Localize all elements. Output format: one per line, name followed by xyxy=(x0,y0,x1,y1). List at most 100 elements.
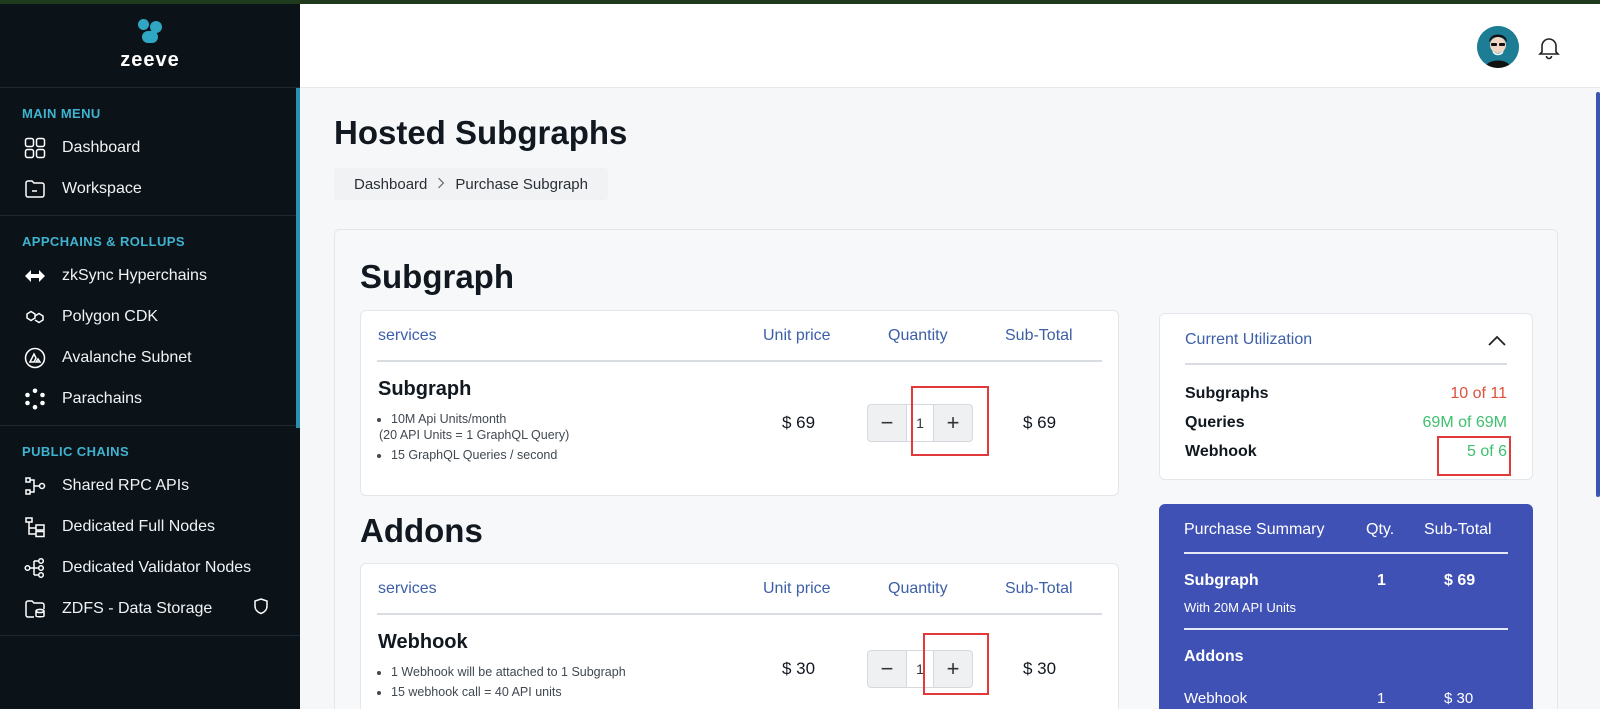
sidebar-section-public-chains: PUBLIC CHAINS Shared RPC APIs Dedicated … xyxy=(0,426,300,636)
brand-name: zeeve xyxy=(120,49,180,71)
sidebar-item-label: Shared RPC APIs xyxy=(62,476,190,494)
parachain-icon xyxy=(22,388,48,410)
breadcrumb-dashboard[interactable]: Dashboard xyxy=(354,176,427,193)
page-title: Hosted Subgraphs xyxy=(334,114,628,151)
feature-item: 10M Api Units/month (20 API Units = 1 Gra… xyxy=(379,411,569,443)
summary-addons-title: Addons xyxy=(1184,648,1244,665)
sidebar-item-zksync[interactable]: zkSync Hyperchains xyxy=(22,255,300,296)
summary-addon-name: Webhook xyxy=(1184,690,1248,707)
zeeve-logo-icon xyxy=(136,19,164,45)
summary-item-note: With 20M API Units xyxy=(1184,600,1296,615)
col-header-subtotal: Sub-Total xyxy=(1005,327,1073,344)
chevron-right-icon xyxy=(437,176,445,193)
sidebar-item-shared-rpc[interactable]: Shared RPC APIs xyxy=(22,465,300,506)
col-header-quantity: Quantity xyxy=(888,580,948,597)
summary-qty-header: Qty. xyxy=(1366,521,1395,538)
decrement-button[interactable]: − xyxy=(868,405,906,441)
sidebar-item-zdfs[interactable]: ZDFS - Data Storage xyxy=(22,588,300,629)
unit-price: $ 30 xyxy=(782,659,816,678)
decrement-button[interactable]: − xyxy=(868,651,906,687)
col-header-quantity: Quantity xyxy=(888,327,948,344)
logo[interactable]: zeeve xyxy=(0,4,300,88)
utilization-label: Queries xyxy=(1185,414,1245,431)
page-scrollbar[interactable] xyxy=(1596,92,1600,497)
utilization-label: Webhook xyxy=(1185,443,1257,460)
feature-item: 15 webhook call = 40 API units xyxy=(391,684,626,700)
sidebar-item-label: zkSync Hyperchains xyxy=(62,266,207,284)
summary-item-name: Subgraph xyxy=(1184,572,1259,589)
unit-price: $ 69 xyxy=(782,413,816,432)
summary-header: Purchase Summary Qty. Sub-Total xyxy=(1184,521,1508,541)
section-title-subgraph: Subgraph xyxy=(360,258,514,295)
divider xyxy=(1184,628,1508,630)
highlight-box xyxy=(1437,436,1511,476)
service-features: 10M Api Units/month (20 API Units = 1 Gra… xyxy=(379,411,569,467)
sidebar-item-label: Polygon CDK xyxy=(62,307,159,325)
shield-icon xyxy=(252,597,270,620)
app-window: zeeve MAIN MENU Dashboard Workspace APPC… xyxy=(0,4,1600,709)
col-header-unit-price: Unit price xyxy=(763,580,831,597)
sidebar-item-avalanche[interactable]: Avalanche Subnet xyxy=(22,337,300,378)
sidebar-item-workspace[interactable]: Workspace xyxy=(22,168,300,209)
col-header-unit-price: Unit price xyxy=(763,327,831,344)
feature-item: 15 GraphQL Queries / second xyxy=(391,447,569,463)
sidebar-item-label: Dedicated Validator Nodes xyxy=(62,558,252,576)
service-name: Webhook xyxy=(378,631,468,653)
main-content: Hosted Subgraphs Dashboard Purchase Subg… xyxy=(300,88,1600,709)
feature-item: 1 Webhook will be attached to 1 Subgraph xyxy=(391,664,626,680)
col-header-services: services xyxy=(378,327,437,344)
storage-icon xyxy=(22,598,48,620)
breadcrumb: Dashboard Purchase Subgraph xyxy=(334,168,608,200)
utilization-value: 10 of 11 xyxy=(1450,385,1507,402)
feature-text: 10M Api Units/month xyxy=(391,412,507,426)
bell-icon[interactable] xyxy=(1536,34,1562,60)
subgraph-card: services Unit price Quantity Sub-Total S… xyxy=(360,310,1119,496)
col-header-services: services xyxy=(378,580,437,597)
top-bar xyxy=(300,4,1600,88)
feature-subtext: (20 API Units = 1 GraphQL Query) xyxy=(379,428,570,442)
summary-subtotal-header: Sub-Total xyxy=(1424,521,1492,538)
sidebar-item-polygon[interactable]: Polygon CDK xyxy=(22,296,300,337)
validator-icon xyxy=(22,557,48,579)
utilization-value: 69M of 69M xyxy=(1422,414,1507,431)
subtotal: $ 30 xyxy=(1023,659,1057,678)
sidebar: zeeve MAIN MENU Dashboard Workspace APPC… xyxy=(0,4,300,709)
nodes-tree-icon xyxy=(22,516,48,538)
summary-addon-subtotal: $ 30 xyxy=(1444,690,1474,707)
divider xyxy=(1185,363,1507,365)
chevron-up-icon[interactable] xyxy=(1488,334,1506,346)
sidebar-item-validator-nodes[interactable]: Dedicated Validator Nodes xyxy=(22,547,300,588)
sidebar-item-full-nodes[interactable]: Dedicated Full Nodes xyxy=(22,506,300,547)
arrows-icon xyxy=(22,265,48,287)
utilization-title: Current Utilization xyxy=(1185,331,1313,348)
utilization-label: Subgraphs xyxy=(1185,385,1269,402)
summary-addon-qty: 1 xyxy=(1377,690,1386,707)
sidebar-item-label: ZDFS - Data Storage xyxy=(62,599,213,617)
folder-icon xyxy=(22,178,48,200)
polygon-icon xyxy=(22,306,48,328)
avatar[interactable] xyxy=(1477,26,1519,68)
divider xyxy=(377,360,1102,362)
summary-item-subtotal: $ 69 xyxy=(1444,572,1476,589)
section-title-addons: Addons xyxy=(360,512,483,549)
summary-title: Purchase Summary xyxy=(1184,521,1325,538)
sidebar-item-label: Parachains xyxy=(62,389,143,407)
col-header-subtotal: Sub-Total xyxy=(1005,580,1073,597)
highlight-box xyxy=(911,386,989,456)
sidebar-item-dashboard[interactable]: Dashboard xyxy=(22,127,300,168)
purchase-summary-card: Purchase Summary Qty. Sub-Total Subgraph… xyxy=(1159,504,1533,709)
addons-card: services Unit price Quantity Sub-Total W… xyxy=(360,563,1119,709)
utilization-row-subgraphs: Subgraphs 10 of 11 xyxy=(1185,385,1507,403)
section-title: MAIN MENU xyxy=(22,106,101,121)
rpc-icon xyxy=(22,475,48,497)
subtotal: $ 69 xyxy=(1023,413,1057,432)
section-title: APPCHAINS & ROLLUPS xyxy=(22,234,185,249)
service-features: 1 Webhook will be attached to 1 Subgraph… xyxy=(391,664,626,704)
utilization-card: Current Utilization Subgraphs 10 of 11 Q… xyxy=(1159,313,1533,480)
sidebar-item-parachains[interactable]: Parachains xyxy=(22,378,300,419)
section-title: PUBLIC CHAINS xyxy=(22,444,130,459)
service-name: Subgraph xyxy=(378,378,472,400)
sidebar-item-label: Workspace xyxy=(62,179,142,197)
divider xyxy=(377,613,1102,615)
breadcrumb-current: Purchase Subgraph xyxy=(455,175,588,193)
